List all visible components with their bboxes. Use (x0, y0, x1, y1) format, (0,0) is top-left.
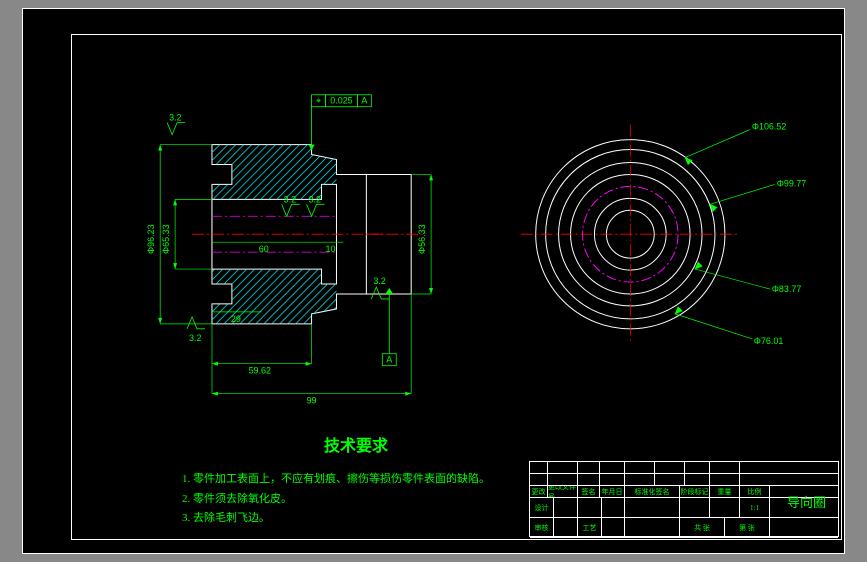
gdt-symbol: ⌖ (316, 96, 321, 106)
dim-step-w: 10 (326, 244, 336, 254)
dim-left-step: 29 (231, 314, 241, 324)
dim-inner-len: 60 (259, 244, 269, 254)
tech-req-item: 2. 零件须去除氧化皮。 (182, 490, 490, 510)
part-name: 导向圈 (787, 492, 826, 511)
gdt-datum-ref: A (361, 96, 367, 106)
tb-r3: 工艺 (578, 518, 602, 537)
section-view: Φ96.23 Φ65.33 Φ56.33 99 59.62 60 10 29 3… (146, 95, 433, 406)
tb-r2: 审核 (530, 518, 554, 537)
end-dim1: Φ106.52 (752, 122, 787, 132)
sf-int2: 3.2 (309, 194, 321, 204)
drawing-border: Φ96.23 Φ65.33 Φ56.33 99 59.62 60 10 29 3… (71, 34, 842, 540)
tb-h1: 更改 (530, 486, 548, 497)
sf-int2-icon (307, 204, 325, 216)
sf-right: 3.2 (373, 276, 385, 286)
sf-bl: 3.2 (189, 333, 201, 343)
dim-outer-dia: Φ96.23 (146, 224, 156, 254)
datum-a: A (382, 288, 396, 366)
dim-right-dia: Φ56.33 (417, 224, 427, 254)
end-view: Φ106.52 Φ99.77 Φ83.77 Φ76.01 (521, 122, 807, 346)
end-dim3: Φ83.77 (772, 284, 802, 294)
title-block: 更改 更改文件号 签名 年月日 标准化签名 阶段标记 重量 比例 设计 1:1 … (529, 461, 839, 537)
tb-r1: 设计 (530, 498, 554, 517)
tb-h3: 签名 (578, 486, 600, 497)
sf-int1-icon (282, 204, 300, 216)
tb-h2: 更改文件号 (548, 486, 578, 497)
sf-int1: 3.2 (284, 194, 296, 204)
tech-req-item: 3. 去除毛刺飞边。 (182, 509, 490, 529)
gdt-tol: 0.025 (330, 96, 352, 106)
tb-r10: 共 张 (680, 518, 725, 537)
gdt-frame: ⌖ 0.025 A (309, 95, 372, 151)
dim-inner-dia: Φ65.33 (161, 224, 171, 254)
dim-bottom-w: 59.62 (249, 366, 271, 376)
tech-req-title: 技术要求 (222, 433, 490, 462)
tb-r11: 第 张 (725, 518, 770, 537)
end-dim4: Φ76.01 (754, 336, 784, 346)
tb-r7: 阶段标记 (680, 486, 710, 497)
tb-r4: 标准化签名 (625, 486, 680, 497)
sf-top-left-icon (167, 123, 185, 135)
tech-requirements: 技术要求 1. 零件加工表面上，不应有划痕、擦伤等损伤零件表面的缺陷。 2. 零… (182, 433, 490, 529)
dim-total-len: 99 (307, 396, 317, 406)
tech-req-item: 1. 零件加工表面上，不应有划痕、擦伤等损伤零件表面的缺陷。 (182, 470, 490, 490)
tb-r9: 比例 (740, 486, 770, 497)
sf-bl-icon (187, 317, 205, 329)
tb-scale: 1:1 (740, 498, 770, 517)
datum-label: A (386, 355, 392, 365)
tb-h4: 年月日 (600, 486, 625, 497)
end-dim2: Φ99.77 (777, 178, 807, 188)
tb-r8: 重量 (710, 486, 740, 497)
app-frame: Φ96.23 Φ65.33 Φ56.33 99 59.62 60 10 29 3… (22, 8, 845, 554)
sf-top-left: 3.2 (169, 113, 181, 123)
